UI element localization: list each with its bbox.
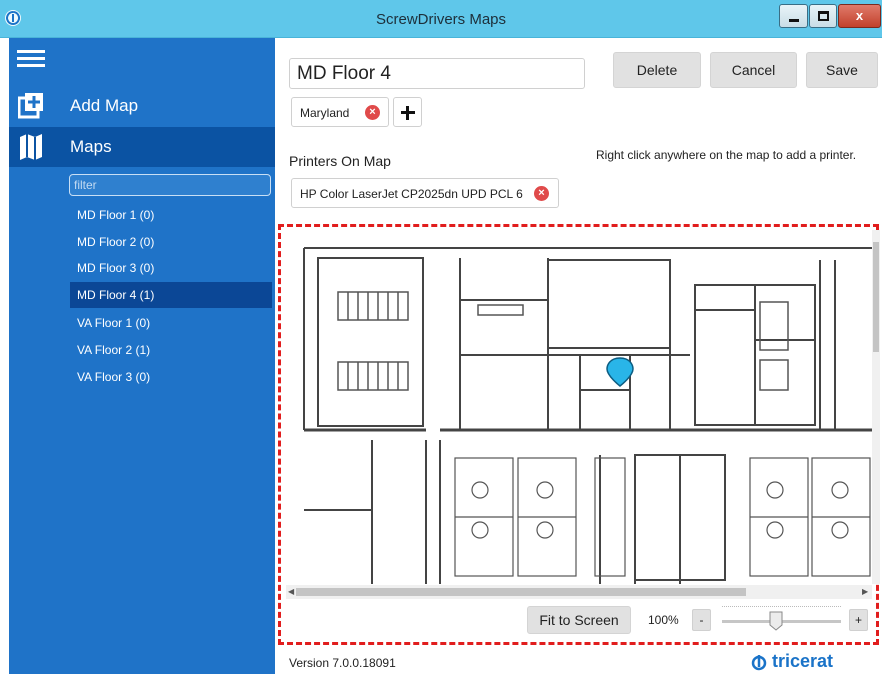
map-list-item[interactable]: MD Floor 1 (0) [70, 202, 272, 228]
maps-label: Maps [70, 137, 112, 156]
map-list-item-label: MD Floor 4 (1) [77, 288, 155, 302]
printer-tag: HP Color LaserJet CP2025dn UPD PCL 6 × [291, 178, 559, 208]
title-bar: ScrewDrivers Maps x [0, 0, 882, 38]
map-list-item-label: VA Floor 2 (1) [77, 343, 151, 357]
close-icon: x [855, 8, 864, 23]
version-label: Version 7.0.0.18091 [289, 656, 396, 670]
map-list-item-label: VA Floor 1 (0) [77, 316, 151, 330]
map-list-item-label: VA Floor 3 (0) [77, 370, 151, 384]
location-tag-label: Maryland [300, 106, 350, 120]
cancel-button[interactable]: Cancel [710, 52, 797, 88]
sidebar: Add Map Maps filter MD Floor 1 (0) MD Fl… [9, 38, 275, 674]
close-button[interactable]: x [838, 4, 881, 28]
map-horizontal-scrollbar[interactable]: ◀ ▶ [286, 585, 872, 599]
map-list-item-label: MD Floor 3 (0) [77, 261, 155, 275]
add-map-label: Add Map [70, 96, 139, 115]
printer-tag-label: HP Color LaserJet CP2025dn UPD PCL 6 [300, 187, 523, 201]
map-list-item-label: MD Floor 1 (0) [77, 208, 155, 222]
printers-on-map-label: Printers On Map [289, 153, 391, 169]
zoom-slider-thumb[interactable] [769, 611, 783, 631]
window-title: ScrewDrivers Maps [375, 11, 507, 28]
sidebar-item-maps[interactable]: Maps [9, 127, 275, 167]
tricerat-logo-icon [751, 655, 767, 671]
map-list-item[interactable]: VA Floor 2 (1) [70, 337, 272, 363]
fit-to-screen-button[interactable]: Fit to Screen [527, 606, 631, 634]
sidebar-item-add-map[interactable]: Add Map [9, 86, 275, 126]
map-list-item-selected[interactable]: MD Floor 4 (1) [70, 282, 272, 308]
remove-printer-icon[interactable]: × [534, 186, 549, 201]
zoom-slider-ticks [722, 606, 841, 610]
brand-logo: tricerat [751, 651, 834, 672]
minimize-icon [789, 19, 799, 22]
map-list-item[interactable]: MD Floor 2 (0) [70, 229, 272, 255]
brand-name: tricerat [772, 651, 834, 671]
map-list-item[interactable]: VA Floor 3 (0) [70, 364, 272, 390]
scroll-left-icon[interactable]: ◀ [288, 587, 294, 596]
map-name-input[interactable]: MD Floor 4 [289, 58, 585, 89]
hamburger-icon[interactable] [17, 48, 45, 70]
map-list-item[interactable]: VA Floor 1 (0) [70, 310, 272, 336]
location-tag: Maryland × [291, 97, 389, 127]
scroll-right-icon[interactable]: ▶ [862, 587, 868, 596]
zoom-level: 100% [648, 613, 679, 627]
scrollbar-thumb[interactable] [873, 242, 879, 352]
remove-tag-icon[interactable]: × [365, 105, 380, 120]
add-tag-button[interactable] [393, 97, 422, 127]
map-list-item-label: MD Floor 2 (0) [77, 235, 155, 249]
filter-input[interactable]: filter [69, 174, 271, 196]
floor-plan-map[interactable] [290, 230, 872, 584]
add-printer-hint: Right click anywhere on the map to add a… [596, 148, 857, 162]
map-list-item[interactable]: MD Floor 3 (0) [70, 255, 272, 281]
minimize-button[interactable] [779, 4, 808, 28]
add-map-icon [18, 93, 43, 119]
maximize-button[interactable] [809, 4, 837, 28]
scrollbar-thumb[interactable] [296, 588, 746, 596]
map-icon [20, 134, 42, 160]
floor-plan-drawing [303, 247, 872, 584]
zoom-in-button[interactable]: + [849, 609, 868, 631]
delete-button[interactable]: Delete [613, 52, 701, 88]
map-vertical-scrollbar[interactable] [872, 230, 880, 584]
save-button[interactable]: Save [806, 52, 878, 88]
zoom-out-button[interactable]: - [692, 609, 711, 631]
maximize-icon [818, 11, 829, 21]
